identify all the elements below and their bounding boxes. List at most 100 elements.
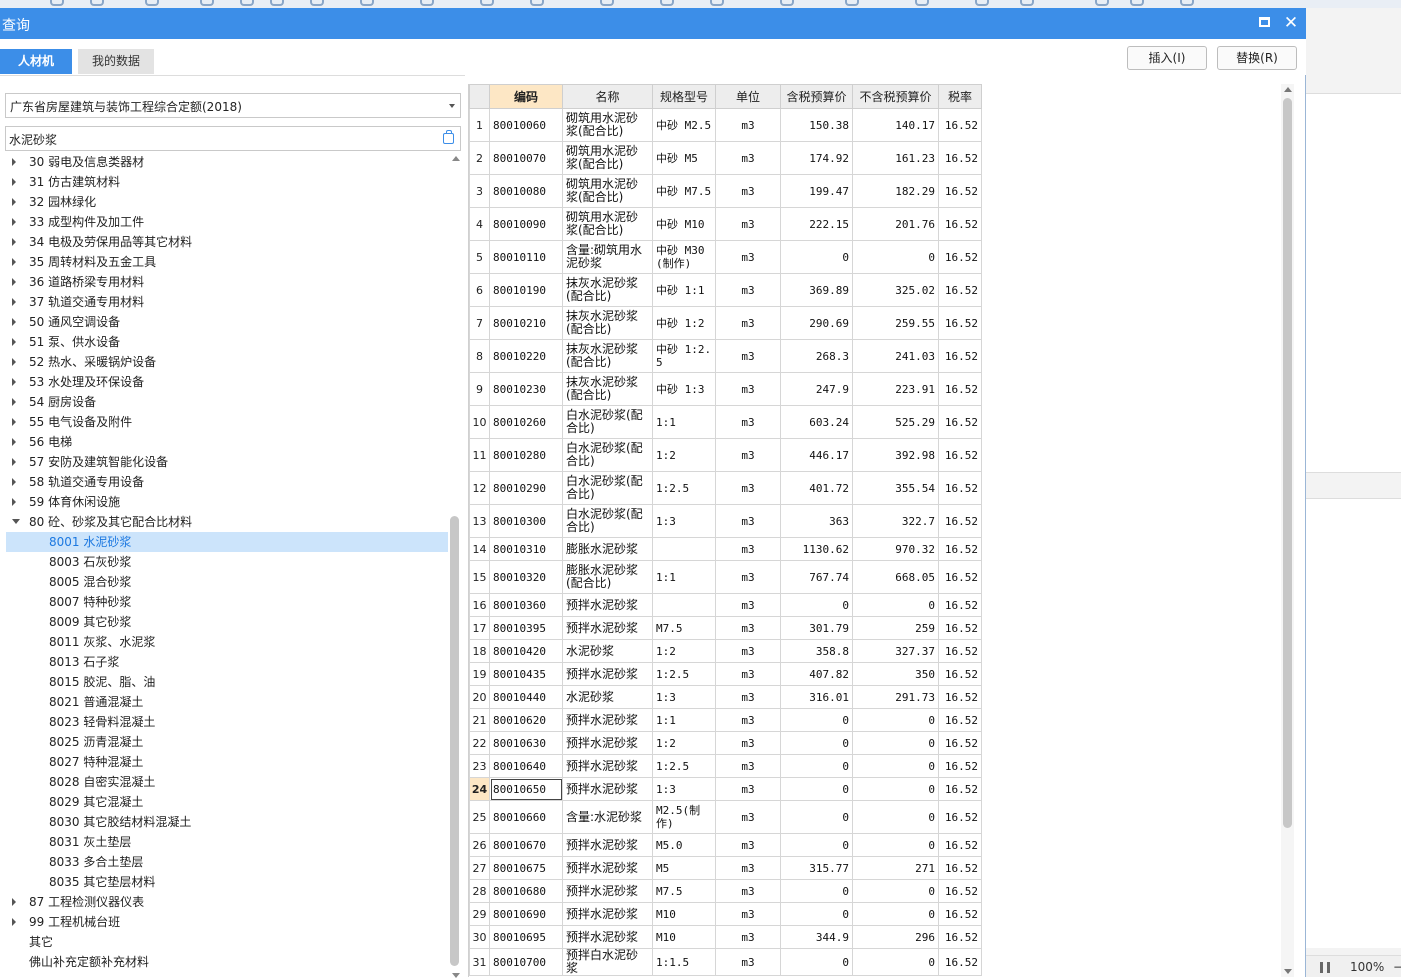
notax-price-cell[interactable]: 201.76 [852, 207, 939, 241]
spec-cell[interactable] [652, 537, 716, 561]
lock-icon[interactable] [443, 130, 454, 144]
row-number-cell[interactable]: 26 [469, 833, 490, 857]
notax-price-cell[interactable]: 0 [852, 833, 939, 857]
tax-rate-cell[interactable]: 16.52 [938, 240, 982, 274]
code-cell[interactable]: 80010640 [489, 754, 563, 778]
table-row[interactable]: 5 80010110 含量:砌筑用水泥砂浆 中砂 M30(制作) m3 0 0 16.52 [469, 240, 982, 274]
tax-price-cell[interactable]: 316.01 [780, 685, 853, 709]
tax-price-cell[interactable]: 0 [780, 833, 853, 857]
spec-cell[interactable]: 1:2 [652, 639, 716, 663]
column-header-name[interactable]: 名称 [562, 84, 653, 109]
row-number-cell[interactable]: 29 [469, 902, 490, 926]
caret-right-icon[interactable] [12, 418, 16, 426]
tax-rate-cell[interactable]: 16.52 [938, 560, 982, 594]
tax-rate-cell[interactable]: 16.52 [938, 731, 982, 755]
tax-price-cell[interactable]: 0 [780, 754, 853, 778]
table-row[interactable]: 28 80010680 预拌水泥砂浆 M7.5 m3 0 0 16.52 [469, 879, 982, 903]
caret-right-icon[interactable] [12, 498, 16, 506]
tax-price-cell[interactable]: 0 [780, 593, 853, 617]
tab-materials[interactable]: 人材机 [0, 49, 72, 74]
tax-rate-cell[interactable]: 16.52 [938, 754, 982, 778]
tree-node[interactable]: 8021 普通混凝土 [6, 692, 448, 712]
caret-right-icon[interactable] [12, 218, 16, 226]
notax-price-cell[interactable]: 668.05 [852, 560, 939, 594]
close-icon[interactable]: ✕ [1282, 12, 1300, 34]
caret-right-icon[interactable] [12, 238, 16, 246]
unit-cell[interactable]: m3 [715, 639, 781, 663]
name-cell[interactable]: 水泥砂浆 [562, 685, 653, 709]
spec-cell[interactable]: 1:2.5 [652, 662, 716, 686]
dialog-titlebar[interactable]: 查询 ✕ [0, 8, 1306, 39]
tax-rate-cell[interactable]: 16.52 [938, 273, 982, 307]
table-row[interactable]: 23 80010640 预拌水泥砂浆 1:2.5 m3 0 0 16.52 [469, 754, 982, 778]
table-row[interactable]: 19 80010435 预拌水泥砂浆 1:2.5 m3 407.82 350 16.52 [469, 662, 982, 686]
code-cell[interactable]: 80010080 [489, 174, 563, 208]
tax-rate-cell[interactable]: 16.52 [938, 879, 982, 903]
column-header-spec[interactable]: 规格型号 [652, 84, 716, 109]
spec-cell[interactable]: M7.5 [652, 879, 716, 903]
name-cell[interactable]: 膨胀水泥砂浆 [562, 537, 653, 561]
notax-price-cell[interactable]: 0 [852, 240, 939, 274]
spec-cell[interactable]: 1:1.5 [652, 948, 716, 976]
column-header-tax-rate[interactable]: 税率 [938, 84, 982, 109]
zoom-out-button[interactable]: − [1393, 960, 1401, 974]
tree-node[interactable]: 87 工程检测仪器仪表 [6, 892, 448, 912]
code-cell[interactable]: 80010680 [489, 879, 563, 903]
insert-button[interactable]: 插入(I) [1127, 46, 1207, 70]
tax-rate-cell[interactable]: 16.52 [938, 856, 982, 880]
name-cell[interactable]: 白水泥砂浆(配合比) [562, 438, 653, 472]
spec-cell[interactable]: M5.0 [652, 833, 716, 857]
scroll-down-icon[interactable] [1284, 969, 1292, 974]
tree-node[interactable]: 31 仿古建筑材料 [6, 172, 448, 192]
tax-rate-cell[interactable]: 16.52 [938, 662, 982, 686]
notax-price-cell[interactable]: 271 [852, 856, 939, 880]
spec-cell[interactable]: 中砂 M10 [652, 207, 716, 241]
name-cell[interactable]: 砌筑用水泥砂浆(配合比) [562, 174, 653, 208]
tax-rate-cell[interactable]: 16.52 [938, 593, 982, 617]
table-row[interactable]: 2 80010070 砌筑用水泥砂浆(配合比) 中砂 M5 m3 174.92 161.23… [469, 141, 982, 175]
unit-cell[interactable]: m3 [715, 273, 781, 307]
table-row[interactable]: 22 80010630 预拌水泥砂浆 1:2 m3 0 0 16.52 [469, 731, 982, 755]
caret-right-icon[interactable] [12, 398, 16, 406]
tree-node[interactable]: 33 成型构件及加工件 [6, 212, 448, 232]
spec-cell[interactable]: M5 [652, 856, 716, 880]
tax-price-cell[interactable]: 363 [780, 504, 853, 538]
tax-price-cell[interactable]: 0 [780, 240, 853, 274]
tax-price-cell[interactable]: 0 [780, 708, 853, 732]
code-cell[interactable]: 80010290 [489, 471, 563, 505]
tax-rate-cell[interactable]: 16.52 [938, 108, 982, 142]
tree-scrollbar[interactable] [450, 156, 461, 978]
tax-price-cell[interactable]: 222.15 [780, 207, 853, 241]
maximize-icon[interactable] [1259, 17, 1270, 27]
row-number-cell[interactable]: 20 [469, 685, 490, 709]
unit-cell[interactable]: m3 [715, 174, 781, 208]
code-cell[interactable]: 80010110 [489, 240, 563, 274]
code-cell[interactable]: 80010070 [489, 141, 563, 175]
row-number-cell[interactable]: 24 [469, 777, 490, 801]
unit-cell[interactable]: m3 [715, 777, 781, 801]
notax-price-cell[interactable]: 327.37 [852, 639, 939, 663]
code-cell[interactable]: 80010650 [489, 777, 563, 801]
spec-cell[interactable]: 1:1 [652, 708, 716, 732]
unit-cell[interactable]: m3 [715, 108, 781, 142]
name-cell[interactable]: 预拌水泥砂浆 [562, 879, 653, 903]
name-cell[interactable]: 预拌水泥砂浆 [562, 777, 653, 801]
unit-cell[interactable]: m3 [715, 240, 781, 274]
name-cell[interactable]: 预拌水泥砂浆 [562, 902, 653, 926]
tree-node[interactable]: 54 厨房设备 [6, 392, 448, 412]
code-cell[interactable]: 80010690 [489, 902, 563, 926]
row-number-cell[interactable]: 17 [469, 616, 490, 640]
code-cell[interactable]: 80010060 [489, 108, 563, 142]
row-number-cell[interactable]: 9 [469, 372, 490, 406]
tax-price-cell[interactable]: 0 [780, 777, 853, 801]
tree-node[interactable]: 8005 混合砂浆 [6, 572, 448, 592]
caret-right-icon[interactable] [12, 258, 16, 266]
name-cell[interactable]: 含量:砌筑用水泥砂浆 [562, 240, 653, 274]
tree-node[interactable]: 其它 [6, 932, 448, 952]
table-row[interactable]: 11 80010280 白水泥砂浆(配合比) 1:2 m3 446.17 392.98 16.… [469, 438, 982, 472]
spec-cell[interactable]: 1:3 [652, 504, 716, 538]
table-row[interactable]: 18 80010420 水泥砂浆 1:2 m3 358.8 327.37 16.52 [469, 639, 982, 663]
row-number-cell[interactable]: 30 [469, 925, 490, 949]
chevron-down-icon[interactable] [449, 104, 455, 108]
tax-price-cell[interactable]: 446.17 [780, 438, 853, 472]
